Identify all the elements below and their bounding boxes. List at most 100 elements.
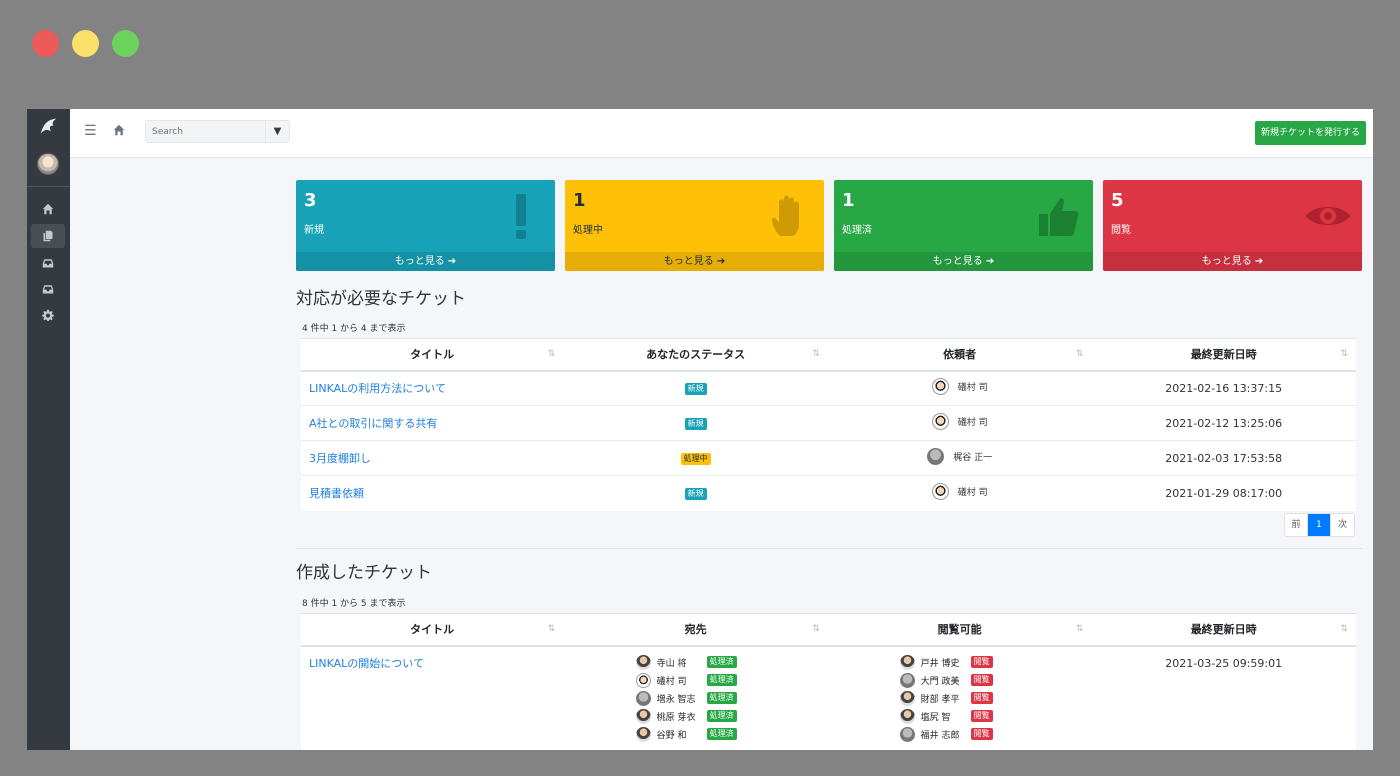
- home-link[interactable]: [113, 121, 125, 140]
- column-header[interactable]: 閲覧可能 ⇅: [827, 613, 1092, 647]
- list-item: 大門 政美 閲覧: [899, 672, 1020, 688]
- list-item: 谷野 和処理済: [635, 726, 756, 742]
- updated-date: 2021-02-16 13:37:15: [1091, 370, 1356, 406]
- status-badge: 処理済: [706, 692, 737, 704]
- column-header[interactable]: 宛先 ⇅: [563, 613, 828, 647]
- search-dropdown-icon[interactable]: ▼: [265, 121, 289, 142]
- sidebar-item-outbox[interactable]: [31, 277, 65, 301]
- recipient-list: 寺山 将処理済 礒村 司処理済 増永 智志 処理済 桃原 芽衣 処理済 谷野 和処理…: [563, 647, 828, 750]
- user-avatar[interactable]: [37, 153, 59, 175]
- home-icon: [42, 203, 54, 215]
- card-more-link[interactable]: もっと見る ➔: [1103, 252, 1362, 271]
- prev-page-button[interactable]: 前: [1285, 514, 1308, 536]
- avatar: [899, 708, 915, 724]
- avatar: [899, 690, 915, 706]
- list-item: 戸井 博史 閲覧: [899, 654, 1020, 670]
- pagination: 前 1 次: [1284, 513, 1355, 537]
- avatar: [635, 708, 651, 724]
- window-close-button[interactable]: [32, 30, 59, 57]
- sort-icon: ⇅: [812, 624, 820, 634]
- window-minimize-button[interactable]: [72, 30, 99, 57]
- avatar: [635, 672, 651, 688]
- sidebar-item-home[interactable]: [31, 197, 65, 221]
- inbox-icon: [42, 285, 54, 294]
- thumbs-up-icon: [1039, 198, 1079, 236]
- updated-date: 2021-02-12 13:25:06: [1091, 405, 1356, 441]
- list-item: 礒村 司処理済: [635, 672, 756, 688]
- requester: 礒村 司: [931, 483, 988, 501]
- ticket-title-link[interactable]: LINKALの利用方法について: [301, 370, 564, 406]
- card-more-link[interactable]: もっと見る ➔: [834, 252, 1093, 271]
- ticket-title-link[interactable]: A社との取引に関する共有: [301, 405, 564, 441]
- card-more-label: もっと見る: [1201, 256, 1252, 267]
- avatar: [931, 378, 949, 396]
- window-maximize-button[interactable]: [112, 30, 139, 57]
- table-row[interactable]: 3月度棚卸し 処理中 梶谷 正一 2021-02-03 17:53:58: [301, 440, 1356, 476]
- table-row[interactable]: A社との取引に関する共有 新規 礒村 司 2021-02-12 13:25:06: [301, 405, 1356, 441]
- table-info: 8 件中 1 から 5 まで表示: [302, 599, 406, 609]
- menu-toggle-icon[interactable]: ☰: [84, 123, 97, 139]
- card-more-link[interactable]: もっと見る ➔: [296, 252, 555, 271]
- needs-action-table: タイトル ⇅ あなたのステータス ⇅ 依頼者 ⇅ 最終更新日時 ⇅ LINKALの利用方…: [301, 338, 1356, 511]
- inbox-icon: [42, 259, 54, 268]
- browser-frame: ☰ ▼ 新規チケットを発行する 3 新規 もっと見る ➔ 1 処理中: [0, 0, 1400, 776]
- card-new: 3 新規 もっと見る ➔: [296, 180, 555, 271]
- column-header[interactable]: 依頼者 ⇅: [827, 338, 1092, 372]
- card-label: 処理中: [573, 225, 603, 236]
- avatar: [899, 654, 915, 670]
- app-logo-icon[interactable]: [37, 115, 61, 139]
- new-ticket-button[interactable]: 新規チケットを発行する: [1254, 121, 1366, 145]
- status-badge: 閲覧: [970, 656, 993, 668]
- next-page-button[interactable]: 次: [1331, 514, 1354, 536]
- sidebar-divider: [27, 186, 70, 187]
- status-badge: 閲覧: [970, 674, 993, 686]
- card-count: 3: [304, 190, 317, 211]
- card-more-label: もっと見る: [394, 256, 445, 267]
- ticket-title-link[interactable]: 3月度棚卸し: [301, 440, 564, 476]
- arrow-circle-right-icon: ➔: [447, 256, 457, 267]
- status-badge: 処理済: [706, 710, 737, 722]
- table-row[interactable]: LINKALの利用方法について 新規 礒村 司 2021-02-16 13:37…: [301, 370, 1356, 406]
- card-more-link[interactable]: もっと見る ➔: [565, 252, 824, 271]
- search-box: ▼: [145, 120, 290, 143]
- section-title: 作成したチケット: [296, 563, 432, 583]
- arrow-circle-right-icon: ➔: [716, 256, 726, 267]
- arrow-circle-right-icon: ➔: [985, 256, 995, 267]
- list-item: 寺山 将処理済: [635, 654, 756, 670]
- sidebar-item-tickets[interactable]: [31, 224, 65, 248]
- card-more-label: もっと見る: [663, 256, 714, 267]
- status-badge: 閲覧: [970, 710, 993, 722]
- ticket-title-link[interactable]: 見積書依頼: [301, 475, 564, 511]
- status-badge: 閲覧: [970, 728, 993, 740]
- arrow-circle-right-icon: ➔: [1254, 256, 1264, 267]
- section-title: 対応が必要なチケット: [296, 289, 466, 309]
- sort-icon: ⇅: [547, 349, 556, 359]
- sort-icon: ⇅: [1075, 624, 1084, 634]
- list-item: 財部 孝平 閲覧: [899, 690, 1020, 706]
- avatar: [899, 672, 915, 688]
- updated-date: 2021-02-03 17:53:58: [1091, 440, 1356, 476]
- search-input[interactable]: [146, 121, 266, 142]
- card-in-progress: 1 処理中 もっと見る ➔: [565, 180, 824, 271]
- column-header[interactable]: 最終更新日時 ⇅: [1091, 613, 1356, 647]
- sort-icon: ⇅: [812, 349, 820, 359]
- card-label: 処理済: [842, 225, 872, 236]
- table-row[interactable]: LINKALの開始について 寺山 将処理済 礒村 司処理済 増永 智志 処理済 桃…: [301, 645, 1356, 750]
- card-count: 1: [842, 190, 855, 211]
- column-header[interactable]: あなたのステータス ⇅: [563, 338, 828, 372]
- requester: 梶谷 正一: [927, 448, 992, 465]
- ticket-title-link[interactable]: LINKALの開始について: [301, 645, 564, 750]
- sidebar-item-settings[interactable]: [31, 303, 65, 327]
- table-row[interactable]: 見積書依頼 新規 礒村 司 2021-01-29 08:17:00: [301, 475, 1356, 511]
- card-more-label: もっと見る: [932, 256, 983, 267]
- sort-icon: ⇅: [1340, 624, 1348, 634]
- column-header[interactable]: 最終更新日時 ⇅: [1091, 338, 1356, 372]
- page-1-button[interactable]: 1: [1308, 514, 1331, 536]
- updated-date: 2021-01-29 08:17:00: [1091, 475, 1356, 511]
- sidebar-item-inbox[interactable]: [31, 251, 65, 275]
- app-window: ☰ ▼ 新規チケットを発行する 3 新規 もっと見る ➔ 1 処理中: [27, 109, 1373, 750]
- column-header[interactable]: タイトル ⇅: [301, 613, 564, 647]
- sort-icon: ⇅: [1075, 349, 1084, 359]
- requester: 礒村 司: [931, 378, 988, 396]
- column-header[interactable]: タイトル ⇅: [301, 338, 564, 372]
